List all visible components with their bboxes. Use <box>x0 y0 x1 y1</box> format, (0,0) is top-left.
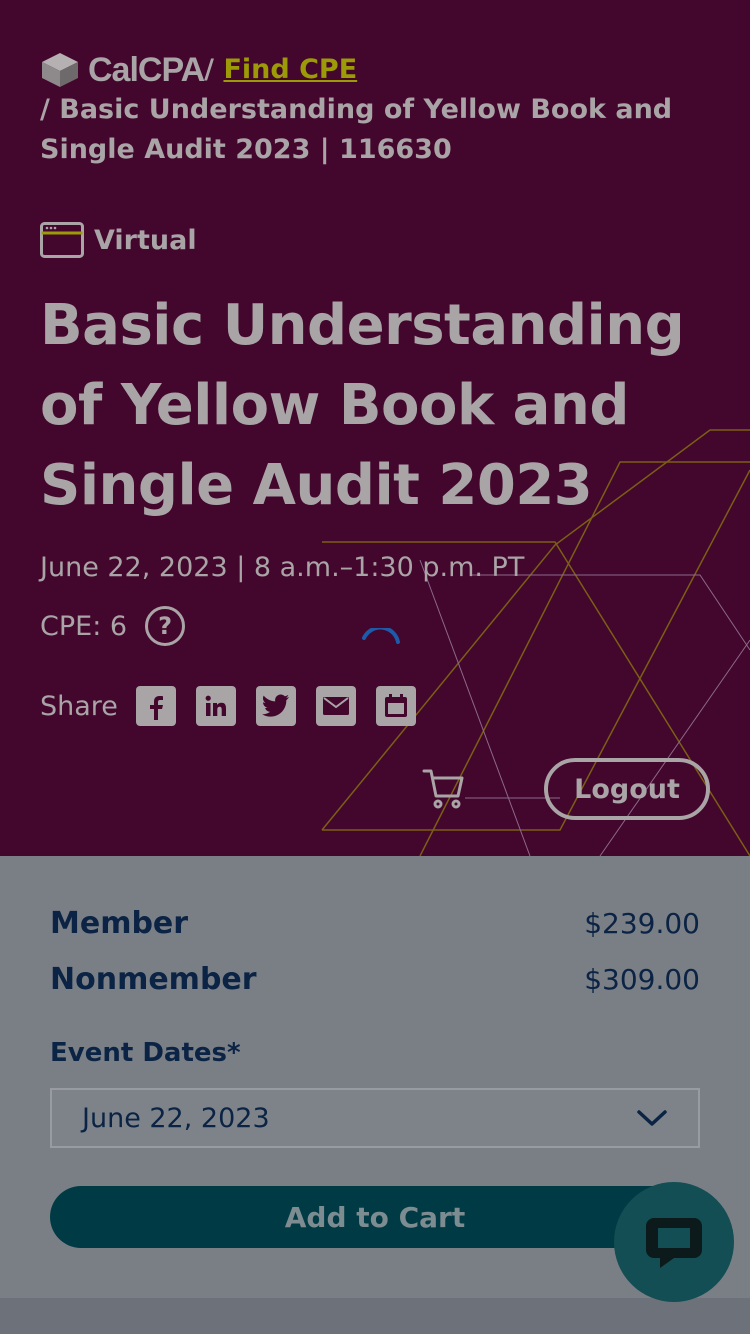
brand-name: CalCPA <box>88 51 205 89</box>
format-badge: Virtual <box>40 222 197 258</box>
cart-icon[interactable] <box>422 768 466 810</box>
event-title: Basic Understanding of Yellow Book and S… <box>40 293 685 518</box>
price-row-member: Member $239.00 <box>50 906 700 941</box>
email-icon[interactable] <box>315 686 356 726</box>
event-date-time: June 22, 2023 | 8 a.m.–1:30 p.m. PT <box>40 552 525 583</box>
price-value: $309.00 <box>584 963 700 996</box>
chat-button[interactable] <box>614 1182 734 1302</box>
browser-window-icon <box>40 222 84 258</box>
price-label: Nonmember <box>50 962 257 997</box>
price-value: $239.00 <box>584 907 700 940</box>
calcpa-logo[interactable]: CalCPA <box>40 50 205 90</box>
help-icon[interactable]: ? <box>145 606 186 646</box>
selected-date: June 22, 2023 <box>82 1102 270 1134</box>
chevron-down-icon <box>637 1110 667 1126</box>
price-row-nonmember: Nonmember $309.00 <box>50 962 700 997</box>
cpe-value: CPE: 6 <box>40 610 128 642</box>
cpe-credits: CPE: 6 ? <box>40 606 186 646</box>
breadcrumb-separator: / <box>204 54 215 85</box>
breadcrumb: CalCPA / Find CPE / Basic Understanding … <box>40 50 680 170</box>
linkedin-icon[interactable] <box>195 686 236 726</box>
add-to-cart-button[interactable]: Add to Cart <box>50 1186 700 1248</box>
chat-bubble-icon <box>646 1218 702 1268</box>
logout-button[interactable]: Logout <box>544 758 710 820</box>
cube-logo-icon <box>42 53 78 87</box>
format-label: Virtual <box>94 224 197 256</box>
loading-spinner-icon <box>362 628 400 644</box>
calendar-icon[interactable] <box>375 686 416 726</box>
price-label: Member <box>50 906 189 941</box>
facebook-icon[interactable] <box>135 686 176 726</box>
twitter-icon[interactable] <box>255 686 296 726</box>
event-dates-label: Event Dates* <box>50 1038 241 1068</box>
share-label: Share <box>40 690 118 722</box>
breadcrumb-current: / Basic Understanding of Yellow Book and… <box>40 94 673 165</box>
event-date-select[interactable]: June 22, 2023 <box>50 1088 700 1148</box>
find-cpe-link[interactable]: Find CPE <box>223 54 357 85</box>
share-bar: Share <box>40 686 436 726</box>
event-hero: CalCPA / Find CPE / Basic Understanding … <box>0 0 750 856</box>
